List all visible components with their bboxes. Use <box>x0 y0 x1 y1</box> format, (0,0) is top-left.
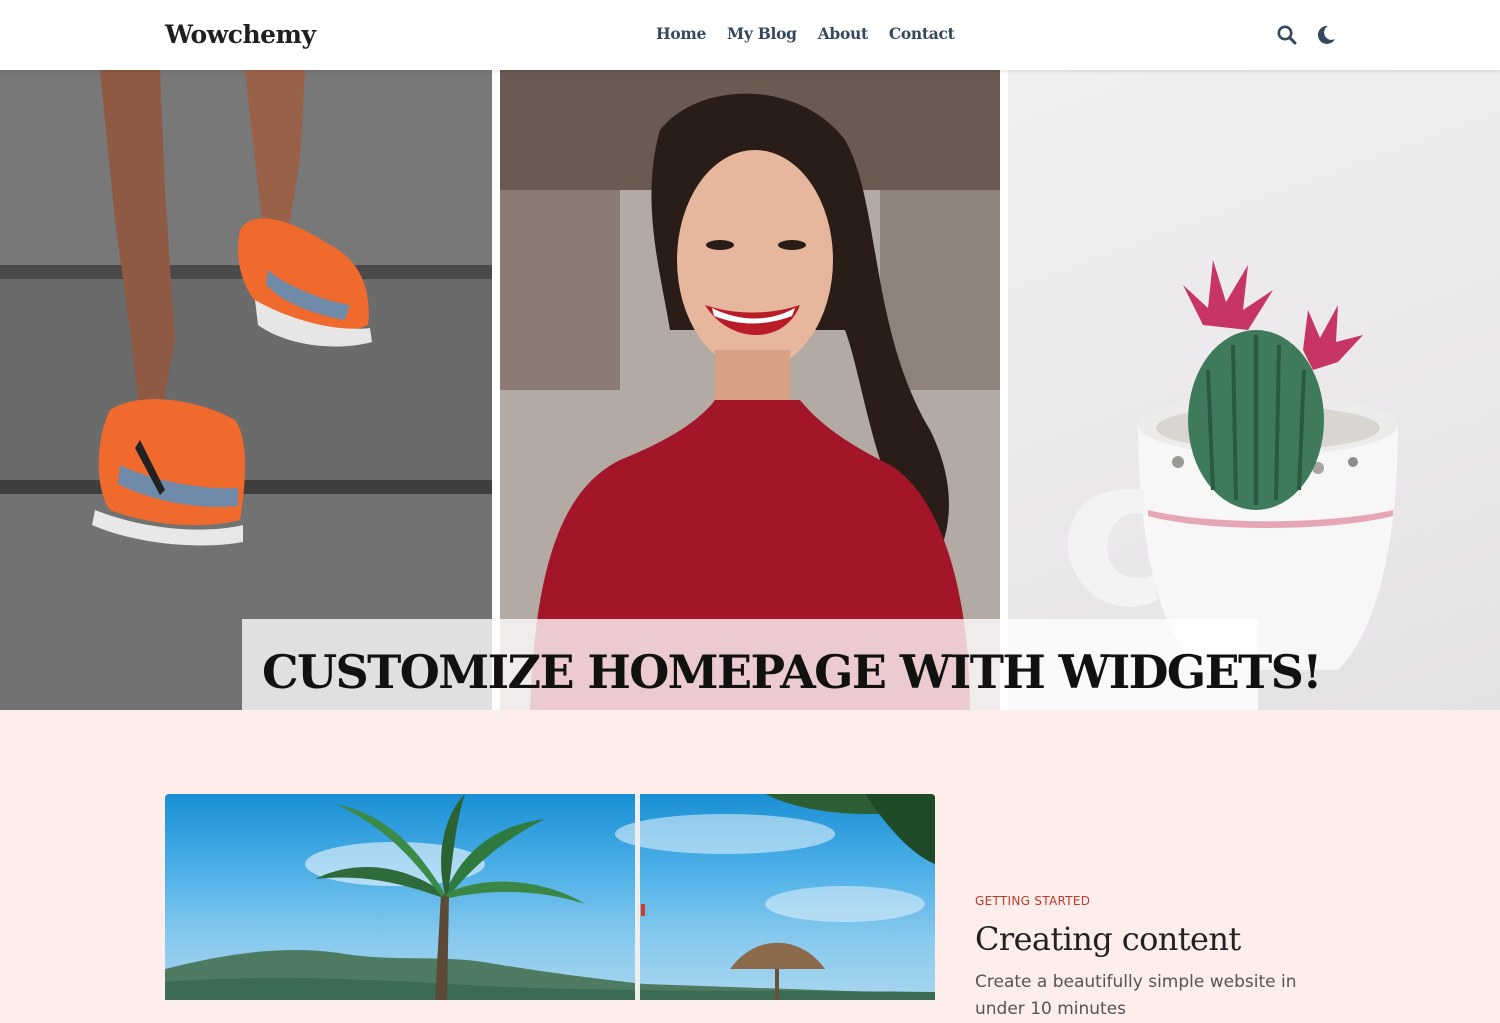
nav-link-contact[interactable]: Contact <box>889 24 955 43</box>
hero-image-stairs <box>0 70 492 710</box>
hero-title: CUSTOMIZE HOMEPAGE WITH WIDGETS! <box>262 645 1322 699</box>
hero-image-cactus <box>1008 70 1500 710</box>
search-icon[interactable] <box>1276 24 1298 46</box>
hero-section: CUSTOMIZE HOMEPAGE WITH WIDGETS! <box>0 70 1500 710</box>
site-brand[interactable]: Wowchemy <box>165 20 316 49</box>
nav-link-my-blog[interactable]: My Blog <box>727 24 797 43</box>
post-category[interactable]: GETTING STARTED <box>975 894 1090 908</box>
post-meta: GETTING STARTED Creating content Create … <box>975 892 1375 1023</box>
hero-image-woman <box>500 70 1000 710</box>
nav-links: Home My Blog About Contact <box>656 24 955 43</box>
hero-title-box: CUSTOMIZE HOMEPAGE WITH WIDGETS! <box>242 619 1322 710</box>
navbar: Wowchemy Home My Blog About Contact <box>0 0 1500 70</box>
post-title[interactable]: Creating content <box>975 919 1375 959</box>
post-summary: Create a beautifully simple website in u… <box>975 972 1297 1019</box>
nav-link-about[interactable]: About <box>818 24 868 43</box>
moon-icon[interactable] <box>1315 24 1337 46</box>
nav-link-home[interactable]: Home <box>656 24 706 43</box>
post-image-beach[interactable] <box>165 794 935 1000</box>
